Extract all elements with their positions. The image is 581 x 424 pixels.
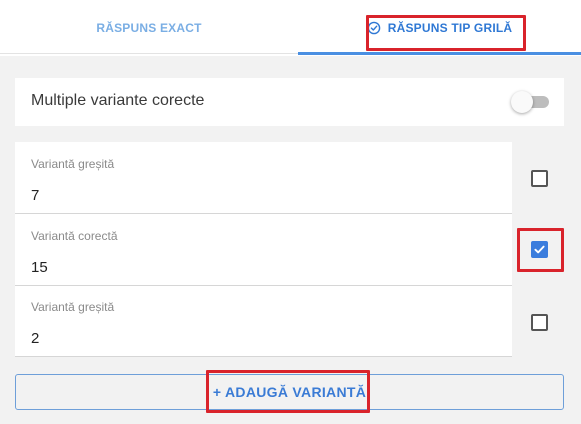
- multiple-correct-row: Multiple variante corecte: [15, 78, 564, 126]
- active-tab-indicator: [298, 52, 581, 55]
- field-underline: [15, 356, 512, 357]
- option-field[interactable]: Variantă greșită 2: [15, 285, 512, 357]
- option-label: Variantă corectă: [31, 229, 118, 243]
- option-1-correct-checkbox[interactable]: [531, 170, 548, 187]
- option-value[interactable]: 2: [31, 330, 39, 347]
- toggle-thumb: [511, 91, 533, 113]
- option-field[interactable]: Variantă greșită 7: [15, 142, 512, 214]
- multiple-correct-toggle[interactable]: [511, 91, 549, 113]
- option-label: Variantă greșită: [31, 300, 115, 314]
- tab-exact-answer[interactable]: RĂSPUNS EXACT: [0, 0, 298, 56]
- highlight-box-add-button: [206, 370, 370, 413]
- option-field[interactable]: Variantă corectă 15: [15, 214, 512, 286]
- options-list: Variantă greșită 7 Variantă corectă 15 V…: [15, 142, 512, 357]
- highlight-box-tab: [366, 15, 526, 51]
- tab-exact-label: RĂSPUNS EXACT: [96, 21, 202, 35]
- option-value[interactable]: 7: [31, 187, 39, 204]
- highlight-box-checkbox: [517, 228, 564, 272]
- option-label: Variantă greșită: [31, 157, 115, 171]
- option-value[interactable]: 15: [31, 259, 48, 276]
- multiple-correct-label: Multiple variante corecte: [31, 92, 205, 109]
- option-3-correct-checkbox[interactable]: [531, 314, 548, 331]
